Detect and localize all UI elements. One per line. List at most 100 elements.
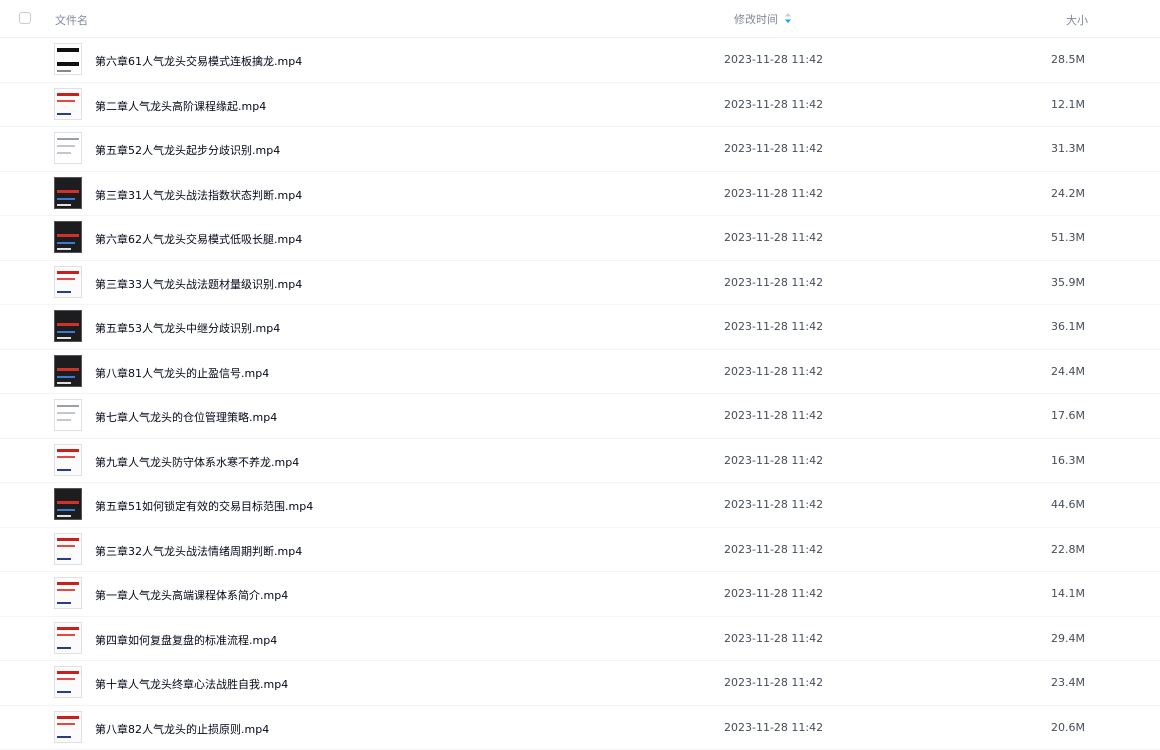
video-thumbnail[interactable] [54,221,82,253]
video-thumbnail[interactable] [54,533,82,565]
file-size: 24.2M [1051,187,1085,200]
file-name[interactable]: 第三章32人气龙头战法情绪周期判断.mp4 [95,543,302,559]
file-modified-time: 2023-11-28 11:42 [724,454,823,467]
thumbnail-detail [57,323,79,326]
thumbnail-detail [57,723,75,725]
thumbnail-detail [57,545,75,547]
file-name[interactable]: 第一章人气龙头高端课程体系简介.mp4 [95,587,288,603]
video-thumbnail[interactable] [54,266,82,298]
file-size: 51.3M [1051,231,1085,244]
file-name[interactable]: 第二章人气龙头高阶课程缘起.mp4 [95,98,266,114]
file-row[interactable]: 第三章31人气龙头战法指数状态判断.mp42023-11-28 11:4224.… [0,172,1160,217]
file-row[interactable]: 第九章人气龙头防守体系水寒不养龙.mp42023-11-28 11:4216.3… [0,439,1160,484]
file-modified-time: 2023-11-28 11:42 [724,231,823,244]
thumbnail-detail [57,582,79,585]
file-name[interactable]: 第十章人气龙头终章心法战胜自我.mp4 [95,676,288,692]
file-row[interactable]: 第三章33人气龙头战法题材量级识别.mp42023-11-28 11:4235.… [0,261,1160,306]
thumbnail-detail [57,248,71,250]
thumbnail-detail [57,412,75,414]
file-row[interactable]: 第七章人气龙头的仓位管理策略.mp42023-11-28 11:4217.6M [0,394,1160,439]
video-thumbnail[interactable] [54,43,82,75]
thumbnail-detail [57,337,71,339]
file-name[interactable]: 第七章人气龙头的仓位管理策略.mp4 [95,409,277,425]
file-modified-time: 2023-11-28 11:42 [724,320,823,333]
file-size: 29.4M [1051,632,1085,645]
video-thumbnail[interactable] [54,711,82,743]
file-name[interactable]: 第五章53人气龙头中继分歧识别.mp4 [95,320,280,336]
video-thumbnail[interactable] [54,355,82,387]
thumbnail-detail [57,70,71,72]
thumbnail-detail [57,419,71,421]
file-row[interactable]: 第六章62人气龙头交易模式低吸长腿.mp4 2023-11-28 11:42 51.… [0,216,1160,261]
file-row[interactable]: 第五章51如何锁定有效的交易目标范围.mp42023-11-28 11:4244… [0,483,1160,528]
file-name[interactable]: 第五章51如何锁定有效的交易目标范围.mp4 [95,498,313,514]
video-thumbnail[interactable] [54,577,82,609]
file-row[interactable]: 第二章人气龙头高阶课程缘起.mp42023-11-28 11:4212.1M [0,83,1160,128]
column-header-size[interactable]: 大小 [1066,12,1088,28]
column-header-name[interactable]: 文件名 [55,12,88,28]
video-thumbnail[interactable] [54,399,82,431]
file-modified-time: 2023-11-28 11:42 [724,587,823,600]
file-row[interactable]: 第八章82人气龙头的止损原则.mp42023-11-28 11:4220.6M [0,706,1160,750]
file-size: 31.3M [1051,142,1085,155]
video-thumbnail[interactable] [54,177,82,209]
column-header-modified-time[interactable]: 修改时间 [734,11,778,27]
video-thumbnail[interactable] [54,488,82,520]
thumbnail-detail [57,145,75,147]
video-thumbnail[interactable] [54,444,82,476]
video-thumbnail[interactable] [54,132,82,164]
file-name[interactable]: 第四章如何复盘复盘的标准流程.mp4 [95,632,277,648]
thumbnail-detail [57,469,71,471]
file-row[interactable]: 第五章53人气龙头中继分歧识别.mp42023-11-28 11:4236.1M [0,305,1160,350]
file-name[interactable]: 第五章52人气龙头起步分歧识别.mp4 [95,142,280,158]
thumbnail-detail [57,242,75,244]
thumbnail-detail [57,671,79,674]
thumbnail-detail [57,234,79,237]
file-row[interactable]: 第十章人气龙头终章心法战胜自我.mp42023-11-28 11:4223.4M [0,661,1160,706]
thumbnail-detail [57,271,79,274]
video-thumbnail[interactable] [54,666,82,698]
thumbnail-detail [57,368,79,371]
video-thumbnail[interactable] [54,622,82,654]
thumbnail-detail [57,678,75,680]
thumbnail-detail [57,716,79,719]
file-row[interactable]: 第一章人气龙头高端课程体系简介.mp42023-11-28 11:4214.1M [0,572,1160,617]
file-modified-time: 2023-11-28 11:42 [724,142,823,155]
file-name[interactable]: 第六章61人气龙头交易模式连板擒龙.mp4 [95,53,302,69]
file-size: 28.5M [1051,53,1085,66]
video-thumbnail[interactable] [54,310,82,342]
file-row[interactable]: 第四章如何复盘复盘的标准流程.mp42023-11-28 11:4229.4M [0,617,1160,662]
file-modified-time: 2023-11-28 11:42 [724,276,823,289]
thumbnail-detail [57,198,75,200]
file-list: 第六章61人气龙头交易模式连板擒龙.mp4 2023-11-28 11:42 28.… [0,38,1160,750]
thumbnail-detail [57,93,79,96]
file-name[interactable]: 第六章62人气龙头交易模式低吸长腿.mp4 [95,231,302,247]
file-row[interactable]: 第五章52人气龙头起步分歧识别.mp4 2023-11-28 11:42 31.3M [0,127,1160,172]
video-thumbnail[interactable] [54,88,82,120]
file-row[interactable]: 第八章81人气龙头的止盈信号.mp4 2023-11-28 11:42 24.4M [0,350,1160,395]
thumbnail-detail [57,538,79,541]
thumbnail-detail [57,100,75,102]
thumbnail-detail [57,376,75,378]
file-name[interactable]: 第九章人气龙头防守体系水寒不养龙.mp4 [95,454,299,470]
file-size: 20.6M [1051,721,1085,734]
file-row[interactable]: 第六章61人气龙头交易模式连板擒龙.mp42023-11-28 11:4228.… [0,38,1160,83]
thumbnail-detail [57,138,79,140]
thumbnail-detail [57,278,75,280]
file-name[interactable]: 第三章33人气龙头战法题材量级识别.mp4 [95,276,302,292]
thumbnail-detail [57,558,71,560]
thumbnail-detail [57,331,75,333]
file-size: 44.6M [1051,498,1085,511]
file-name[interactable]: 第八章81人气龙头的止盈信号.mp4 [95,365,269,381]
select-all-checkbox[interactable] [19,12,31,24]
file-name[interactable]: 第三章31人气龙头战法指数状态判断.mp4 [95,187,302,203]
file-modified-time: 2023-11-28 11:42 [724,409,823,422]
sort-desc-icon[interactable] [784,12,792,24]
file-row[interactable]: 第三章32人气龙头战法情绪周期判断.mp42023-11-28 11:4222.… [0,528,1160,573]
file-modified-time: 2023-11-28 11:42 [724,365,823,378]
thumbnail-detail [57,113,71,115]
file-size: 24.4M [1051,365,1085,378]
thumbnail-detail [57,204,71,206]
thumbnail-detail [57,456,75,458]
file-name[interactable]: 第八章82人气龙头的止损原则.mp4 [95,721,269,737]
